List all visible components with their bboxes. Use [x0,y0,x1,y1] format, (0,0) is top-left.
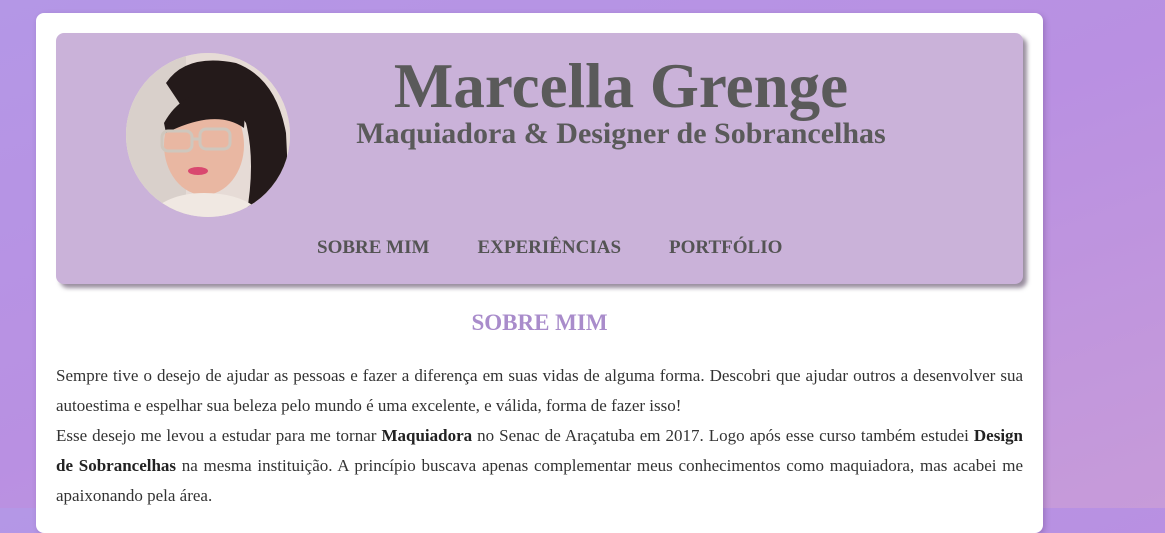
about-text: Sempre tive o desejo de ajudar as pessoa… [56,361,1023,511]
about-paragraph-1: Sempre tive o desejo de ajudar as pessoa… [56,366,1023,415]
about-text-segment: no Senac de Araçatuba em 2017. Logo após… [472,426,974,445]
nav-item-portfolio[interactable]: PORTFÓLIO [669,237,782,259]
nav-item-experiencias[interactable]: EXPERIÊNCIAS [477,237,621,259]
about-paragraph-2: Esse desejo me levou a estudar para me t… [56,421,1023,511]
main-nav: SOBRE MIM EXPERIÊNCIAS PORTFÓLIO [317,237,782,259]
page-title: Marcella Grenge [393,51,849,121]
content-card: Marcella Grenge Maquiadora & Designer de… [36,13,1043,533]
profile-header: Marcella Grenge Maquiadora & Designer de… [56,33,1023,284]
about-text-segment: Esse desejo me levou a estudar para me t… [56,426,382,445]
nav-item-sobre-mim[interactable]: SOBRE MIM [317,237,429,259]
avatar [126,53,290,217]
section-title-sobre-mim: SOBRE MIM [471,310,608,335]
avatar-photo [126,53,290,217]
bold-maquiadora: Maquiadora [381,426,473,445]
about-text-segment: na mesma instituição. A princípio buscav… [56,456,1023,505]
page-subtitle: Maquiadora & Designer de Sobrancelhas [356,117,886,150]
